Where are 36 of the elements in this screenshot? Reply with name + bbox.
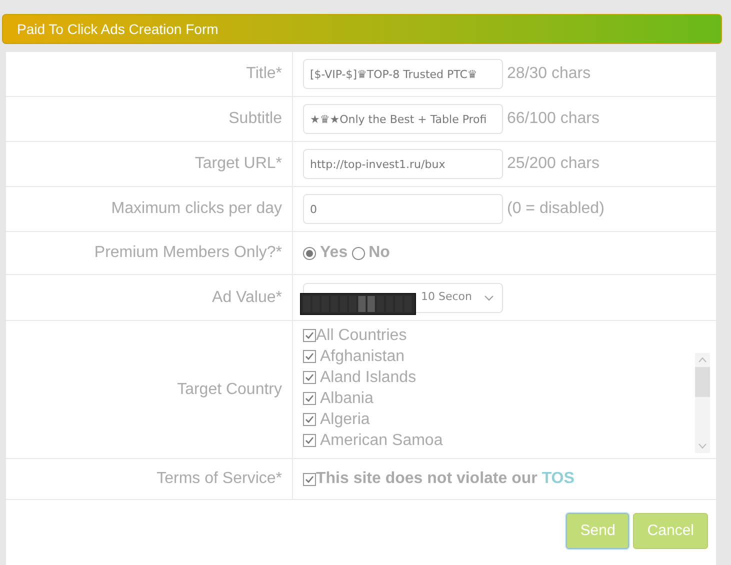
field-label: Target Country [177, 380, 282, 400]
chevron-down-icon [484, 294, 494, 300]
checkbox[interactable] [303, 392, 316, 405]
field-label: Subtitle [228, 109, 282, 129]
text-field[interactable]: [$-VIP-$]♛TOP-8 Trusted PTC♛ [303, 59, 503, 89]
field-label: Target URL* [194, 154, 282, 174]
terms-text: This site does not violate our TOS [316, 469, 574, 489]
country-label: American Samoa [320, 431, 443, 451]
checkbox[interactable] [303, 472, 316, 486]
radio-label: Yes [320, 243, 348, 263]
checkbox[interactable] [303, 329, 316, 342]
checkbox[interactable] [303, 434, 316, 447]
text-field[interactable]: 0 [303, 194, 503, 224]
form-header: Paid To Click Ads Creation Form [2, 14, 722, 44]
country-label: Algeria [320, 410, 370, 430]
char-count: 66/100 chars [507, 109, 600, 129]
country-label: All Countries [316, 326, 407, 346]
checkbox[interactable] [303, 413, 316, 426]
country-label: Aland Islands [320, 368, 416, 388]
checkbox[interactable] [303, 371, 316, 384]
field-label: Title* [246, 64, 282, 84]
text-field[interactable]: ★♛★Only the Best + Table Profi [303, 104, 503, 134]
country-label: Albania [320, 389, 374, 409]
radio-label: No [368, 243, 390, 263]
field-label: Premium Members Only?* [94, 243, 282, 263]
field-label: Ad Value* [212, 288, 282, 308]
char-count: 25/200 chars [507, 154, 600, 174]
field-label: Terms of Service* [156, 469, 282, 489]
radio-button[interactable] [352, 246, 365, 260]
char-count: 28/30 chars [507, 64, 591, 84]
country-label: Afghanistan [320, 347, 405, 367]
radio-button[interactable] [303, 246, 316, 260]
char-count: (0 = disabled) [507, 199, 604, 219]
field-label: Maximum clicks per day [111, 199, 282, 219]
checkbox[interactable] [303, 350, 316, 363]
text-field[interactable]: http://top-invest1.ru/bux [303, 149, 503, 179]
